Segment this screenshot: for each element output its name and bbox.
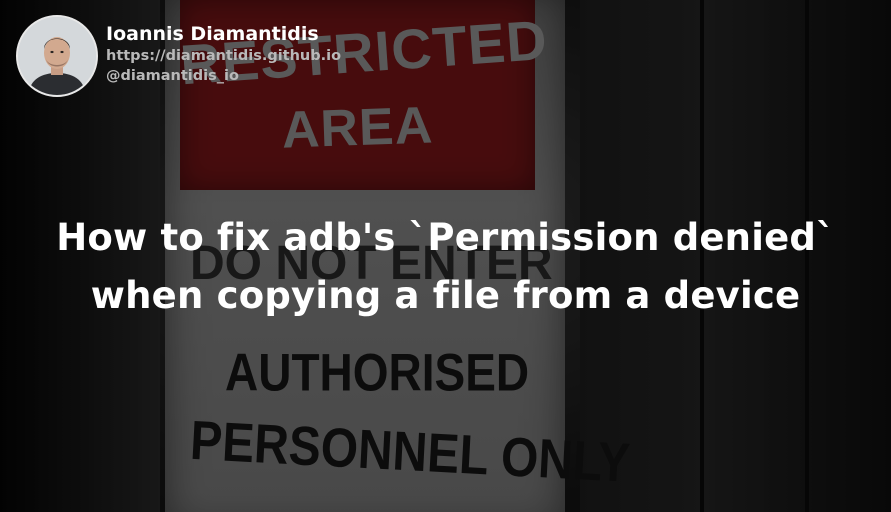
post-title: How to fix adb's `Permission denied` whe… xyxy=(40,209,851,325)
social-card: RESTRICTED AREA DO NOT ENTER AUTHORISED … xyxy=(0,0,891,512)
author-website-link[interactable]: https://diamantidis.github.io xyxy=(106,46,341,66)
avatar xyxy=(16,15,98,97)
post-title-line-2: when copying a file from a device xyxy=(90,274,801,317)
author-handle[interactable]: @diamantidis_io xyxy=(106,66,341,86)
post-title-line-1: How to fix adb's `Permission denied` xyxy=(56,216,835,259)
avatar-portrait-icon xyxy=(18,17,96,95)
author-name: Ioannis Diamantidis xyxy=(106,22,319,45)
author-info: Ioannis Diamantidis https://diamantidis.… xyxy=(106,23,341,86)
author-block: Ioannis Diamantidis https://diamantidis.… xyxy=(16,15,341,97)
